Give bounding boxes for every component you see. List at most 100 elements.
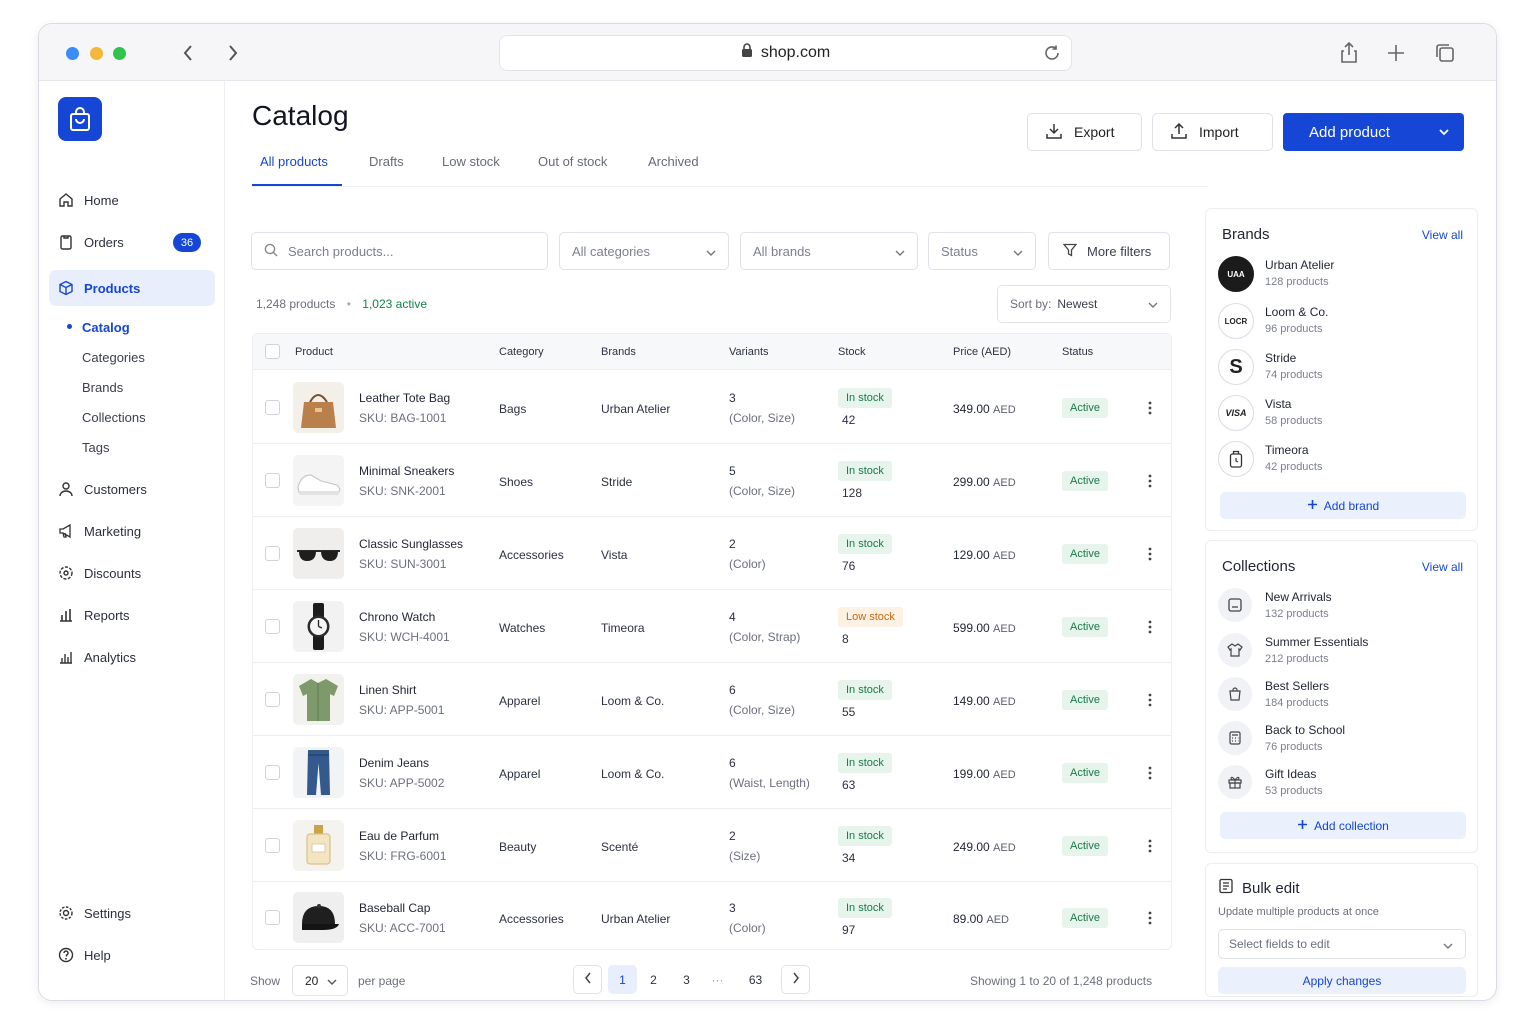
product-name[interactable]: Eau de Parfum [359,829,439,843]
column-variants[interactable]: Variants [729,346,769,358]
column-product[interactable]: Product [295,346,333,358]
tab-drafts[interactable]: Drafts [369,154,404,169]
nav-marketing[interactable]: Marketing [49,513,215,549]
subnav-categories[interactable]: Categories [82,350,145,365]
table-row[interactable]: Chrono Watch SKU: WCH-4001 Watches Timeo… [253,590,1171,663]
window-close-button[interactable] [66,47,79,60]
brand-item[interactable]: Timeora 42 products [1218,441,1458,481]
nav-home[interactable]: Home [49,182,215,218]
collection-item[interactable]: Best Sellers 184 products [1218,677,1458,717]
reload-icon[interactable] [1043,44,1061,67]
page-1-button[interactable]: 1 [608,965,637,994]
collection-item[interactable]: New Arrivals 132 products [1218,588,1458,628]
page-63-button[interactable]: 63 [741,965,770,994]
row-checkbox[interactable] [265,619,280,634]
column-status[interactable]: Status [1062,346,1093,358]
window-minimize-button[interactable] [90,47,103,60]
nav-reports[interactable]: Reports [49,597,215,633]
category-select[interactable]: All categories [559,232,729,270]
subnav-brands[interactable]: Brands [82,380,123,395]
address-bar[interactable]: shop.com [499,35,1072,71]
brand-item[interactable]: S Stride 74 products [1218,349,1458,389]
import-button[interactable]: Import [1152,113,1273,151]
collections-view-all-link[interactable]: View all [1422,560,1463,574]
more-actions-icon[interactable] [1143,398,1157,418]
more-actions-icon[interactable] [1143,908,1157,928]
subnav-collections[interactable]: Collections [82,410,146,425]
collection-item[interactable]: Back to School 76 products [1218,721,1458,761]
tab-out-of-stock[interactable]: Out of stock [538,154,607,169]
forward-icon[interactable] [222,41,244,65]
new-tab-icon[interactable] [1384,41,1408,65]
more-actions-icon[interactable] [1143,836,1157,856]
column-brands[interactable]: Brands [601,346,636,358]
status-select[interactable]: Status [928,232,1036,270]
nav-analytics[interactable]: Analytics [49,639,215,675]
tab-all-products[interactable]: All products [260,154,328,169]
column-category[interactable]: Category [499,346,544,358]
more-actions-icon[interactable] [1143,617,1157,637]
nav-help[interactable]: Help [49,937,215,973]
product-name[interactable]: Baseball Cap [359,901,430,915]
shop-logo[interactable] [58,97,102,141]
chevron-down-icon[interactable] [1438,125,1450,142]
product-name[interactable]: Classic Sunglasses [359,537,463,551]
brands-view-all-link[interactable]: View all [1422,228,1463,242]
search-input[interactable]: Search products... [251,232,548,270]
table-row[interactable]: Denim Jeans SKU: APP-5002 Apparel Loom &… [253,736,1171,809]
brand-item[interactable]: LOCR Loom & Co. 96 products [1218,303,1458,343]
per-page-select[interactable]: 20 [292,965,348,996]
collection-item[interactable]: Summer Essentials 212 products [1218,633,1458,673]
export-button[interactable]: Export [1027,113,1142,151]
nav-products[interactable]: Products [49,270,215,306]
product-name[interactable]: Leather Tote Bag [359,391,450,405]
share-icon[interactable] [1337,41,1361,65]
tab-low-stock[interactable]: Low stock [442,154,500,169]
nav-customers[interactable]: Customers [49,471,215,507]
add-product-button[interactable]: Add product [1283,113,1464,151]
next-page-button[interactable] [781,965,810,994]
tab-archived[interactable]: Archived [648,154,699,169]
product-name[interactable]: Minimal Sneakers [359,464,454,478]
more-actions-icon[interactable] [1143,471,1157,491]
brand-item[interactable]: UAA Urban Atelier 128 products [1218,256,1458,296]
product-name[interactable]: Linen Shirt [359,683,416,697]
row-checkbox[interactable] [265,473,280,488]
table-row[interactable]: Leather Tote Bag SKU: BAG-1001 Bags Urba… [253,371,1171,444]
brand-select[interactable]: All brands [740,232,918,270]
row-checkbox[interactable] [265,838,280,853]
row-checkbox[interactable] [265,692,280,707]
table-row[interactable]: Eau de Parfum SKU: FRG-6001 Beauty Scent… [253,809,1171,882]
row-checkbox[interactable] [265,765,280,780]
add-collection-button[interactable]: Add collection [1220,812,1466,839]
nav-settings[interactable]: Settings [49,895,215,931]
window-zoom-button[interactable] [113,47,126,60]
nav-orders[interactable]: Orders 36 [49,224,215,260]
more-actions-icon[interactable] [1143,763,1157,783]
collection-item[interactable]: Gift Ideas 53 products [1218,765,1458,805]
tabs-overview-icon[interactable] [1433,41,1457,65]
add-brand-button[interactable]: Add brand [1220,492,1466,519]
page-3-button[interactable]: 3 [672,965,701,994]
page-2-button[interactable]: 2 [639,965,668,994]
product-name[interactable]: Denim Jeans [359,756,429,770]
previous-page-button[interactable] [573,965,602,994]
select-all-checkbox[interactable] [265,344,280,359]
nav-discounts[interactable]: Discounts [49,555,215,591]
bulk-fields-select[interactable]: Select fields to edit [1218,929,1466,959]
subnav-tags[interactable]: Tags [82,440,109,455]
back-icon[interactable] [177,41,199,65]
row-checkbox[interactable] [265,546,280,561]
table-row[interactable]: Classic Sunglasses SKU: SUN-3001 Accesso… [253,517,1171,590]
product-name[interactable]: Chrono Watch [359,610,435,624]
more-actions-icon[interactable] [1143,690,1157,710]
sort-select[interactable]: Sort by: Newest [997,285,1171,323]
apply-changes-button[interactable]: Apply changes [1218,967,1466,994]
column-stock[interactable]: Stock [838,346,866,358]
more-actions-icon[interactable] [1143,544,1157,564]
subnav-catalog[interactable]: Catalog [82,320,130,335]
row-checkbox[interactable] [265,910,280,925]
row-checkbox[interactable] [265,400,280,415]
column-price[interactable]: Price (AED) [953,346,1011,358]
table-row[interactable]: Linen Shirt SKU: APP-5001 Apparel Loom &… [253,663,1171,736]
